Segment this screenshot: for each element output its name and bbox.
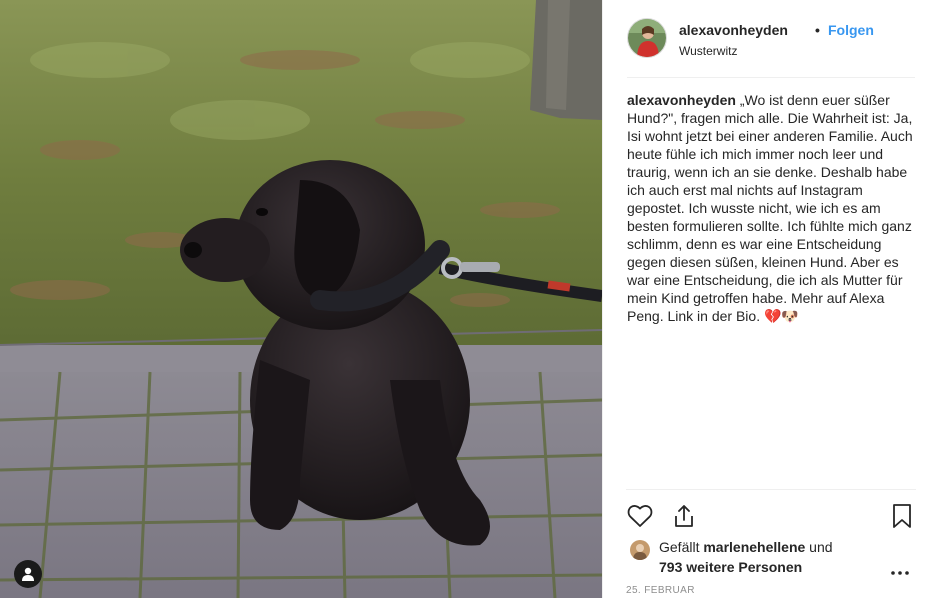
avatar-image: [628, 19, 666, 57]
bookmark-icon: [893, 504, 911, 528]
post-caption: alexavonheyden „Wo ist denn euer süßer H…: [627, 91, 917, 325]
more-dots-icon: [891, 571, 909, 575]
action-bar: [626, 489, 916, 541]
liker-avatar[interactable]: [630, 540, 650, 560]
likes-text: Gefällt marlenehellene und 793 weitere Pe…: [659, 537, 889, 577]
liker-username-link[interactable]: marlenehellene: [703, 539, 805, 555]
username-link[interactable]: alexavonheyden: [679, 22, 788, 38]
puppy-photo-illustration: [0, 0, 602, 598]
heart-icon: [627, 505, 653, 527]
likes-prefix: Gefällt: [659, 539, 704, 555]
share-icon: [675, 505, 693, 527]
liker-avatar-image: [630, 540, 650, 560]
post-date[interactable]: 25. FEBRUAR: [626, 585, 695, 596]
tagged-users-button[interactable]: [14, 560, 42, 588]
more-options-button[interactable]: [888, 563, 912, 579]
follow-button[interactable]: Folgen: [828, 22, 874, 38]
location-link[interactable]: Wusterwitz: [679, 44, 737, 58]
post-header: alexavonheyden • Folgen Wusterwitz: [627, 16, 915, 78]
like-button[interactable]: [626, 502, 654, 530]
save-button[interactable]: [888, 502, 916, 530]
avatar[interactable]: [627, 18, 667, 58]
likes-mid: und: [805, 539, 833, 555]
share-button[interactable]: [670, 502, 698, 530]
caption-username[interactable]: alexavonheyden: [627, 92, 736, 108]
post-photo[interactable]: [0, 0, 602, 598]
likes-summary: Gefällt marlenehellene und 793 weitere Pe…: [630, 537, 890, 577]
user-icon: [22, 567, 34, 581]
likes-others-link[interactable]: 793 weitere Personen: [659, 559, 802, 575]
caption-text: „Wo ist denn euer süßer Hund?", fragen m…: [627, 92, 913, 324]
separator-dot: •: [815, 22, 820, 38]
